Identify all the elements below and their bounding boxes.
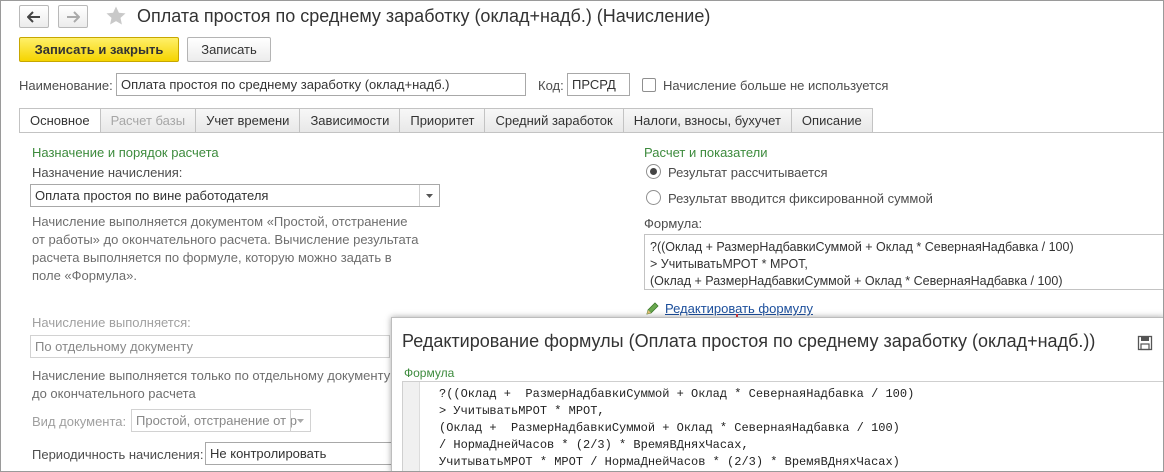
doc-type-dropdown-button <box>290 410 310 431</box>
code-line: ?((Оклад + РазмерНадбавкиСуммой + Оклад … <box>439 387 915 401</box>
formula-line: ?((Оклад + РазмерНадбавкиСуммой + Оклад … <box>650 240 1074 254</box>
save-and-close-button[interactable]: Записать и закрыть <box>19 37 179 62</box>
doc-type-value: Простой, отстранение от р <box>136 413 297 428</box>
separate-document-text: Начисление выполняется только по отдельн… <box>32 368 391 401</box>
periodicity-label: Периодичность начисления: <box>32 447 204 462</box>
purpose-select[interactable]: Оплата простоя по вине работодателя <box>30 184 440 207</box>
doc-type-label: Вид документа: <box>32 414 127 429</box>
forward-button[interactable] <box>58 5 88 28</box>
formula-line: (Оклад + РазмерНадбавкиСуммой + Оклад * … <box>650 274 1063 288</box>
tab-divider <box>19 132 1163 133</box>
formula-label: Формула: <box>644 216 703 231</box>
tab-time-accounting[interactable]: Учет времени <box>196 108 301 133</box>
code-line: (Оклад + РазмерНадбавкиСуммой + Оклад * … <box>439 421 900 435</box>
executed-label: Начисление выполняется: <box>32 315 191 330</box>
tab-main[interactable]: Основное <box>19 108 101 133</box>
name-label: Наименование: <box>19 78 113 93</box>
save-button[interactable]: Записать <box>187 37 271 62</box>
save-icon[interactable] <box>1137 335 1153 351</box>
purpose-select-value: Оплата простоя по вине работодателя <box>35 188 269 203</box>
formula-editor-popup: Редактирование формулы (Оплата простоя п… <box>391 317 1163 471</box>
arrow-right-icon <box>67 10 80 23</box>
back-button[interactable] <box>19 5 49 28</box>
tab-base-calculation[interactable]: Расчет базы <box>100 108 197 133</box>
periodicity-field[interactable]: Не контролировать <box>205 442 395 465</box>
code-field[interactable]: ПРСРД <box>567 73 630 96</box>
code-line: / НормаДнейЧасов * (2/3) * ВремяВДняхЧас… <box>439 438 749 452</box>
purpose-label: Назначение начисления: <box>32 165 183 180</box>
chevron-down-icon <box>297 418 304 423</box>
name-field[interactable]: Оплата простоя по среднему заработку (ок… <box>116 73 526 96</box>
tab-dependencies[interactable]: Зависимости <box>300 108 401 133</box>
doc-type-select: Простой, отстранение от р <box>131 409 311 432</box>
purpose-section-title: Назначение и порядок расчета <box>32 145 219 160</box>
accrual-window: Оплата простоя по среднему заработку (ок… <box>0 0 1164 472</box>
purpose-dropdown-button[interactable] <box>419 185 439 206</box>
formula-field[interactable]: ?((Оклад + РазмерНадбавкиСуммой + Оклад … <box>644 234 1163 290</box>
radio-fixed[interactable] <box>646 190 661 205</box>
editor-gutter <box>403 382 420 471</box>
radio-fixed-label: Результат вводится фиксированной суммой <box>668 191 933 206</box>
unused-label: Начисление больше не используется <box>663 78 889 93</box>
tab-bar: Основное Расчет базы Учет времени Зависи… <box>19 108 873 133</box>
code-label: Код: <box>538 78 564 93</box>
formula-editor[interactable]: ?((Оклад + РазмерНадбавкиСуммой + Оклад … <box>402 381 1163 471</box>
tab-priority[interactable]: Приоритет <box>400 108 486 133</box>
executed-field: По отдельному документу <box>30 335 390 358</box>
formula-code: ?((Оклад + РазмерНадбавкиСуммой + Оклад … <box>439 386 914 471</box>
chevron-down-icon <box>426 193 433 198</box>
tab-taxes[interactable]: Налоги, взносы, бухучет <box>623 108 792 133</box>
calc-section-title: Расчет и показатели <box>644 145 768 160</box>
popup-title: Редактирование формулы (Оплата простоя п… <box>402 331 1096 351</box>
tab-description[interactable]: Описание <box>791 108 873 133</box>
unused-checkbox[interactable] <box>642 78 656 92</box>
arrow-left-icon <box>27 10 40 23</box>
code-line: УчитыватьМРОТ * МРОТ / НормаДнейЧасов * … <box>439 455 900 469</box>
purpose-description: Начисление выполняется документом «Прост… <box>32 214 419 283</box>
formula-line: > УчитыватьМРОТ * МРОТ, <box>650 257 808 271</box>
window-title: Оплата простоя по среднему заработку (ок… <box>137 6 711 26</box>
pencil-icon <box>646 302 659 315</box>
radio-calculated-label: Результат рассчитывается <box>668 165 828 180</box>
tab-average-earnings[interactable]: Средний заработок <box>485 108 624 133</box>
popup-formula-label: Формула <box>404 366 455 380</box>
code-line: > УчитыватьМРОТ * МРОТ, <box>439 404 605 418</box>
favorite-star-icon[interactable] <box>105 5 127 27</box>
radio-calculated[interactable] <box>646 164 661 179</box>
